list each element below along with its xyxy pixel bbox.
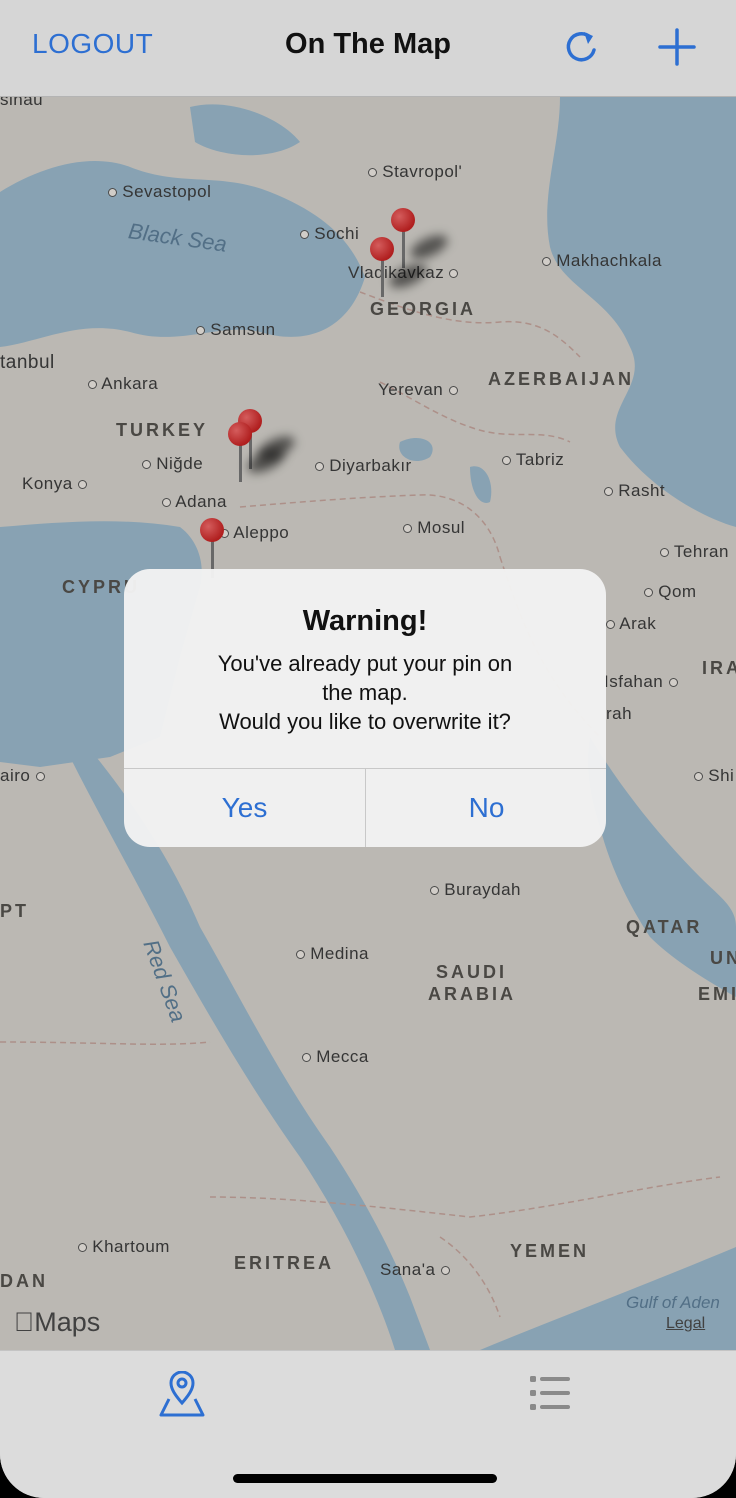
app-screen: LOGOUT On The Map Black Sea Red Sea Gulf… bbox=[0, 0, 736, 1498]
nav-title: On The Map bbox=[285, 28, 451, 60]
list-icon[interactable] bbox=[528, 1373, 572, 1413]
alert-title: Warning! bbox=[302, 605, 428, 637]
alert-message: You've already put your pin on the map. … bbox=[164, 649, 566, 736]
home-indicator[interactable] bbox=[233, 1474, 497, 1483]
map-pin-icon[interactable] bbox=[156, 1371, 208, 1419]
navigation-bar: LOGOUT On The Map bbox=[0, 0, 736, 97]
alert-message-line: You've already put your pin on bbox=[217, 651, 513, 676]
refresh-icon[interactable] bbox=[560, 26, 602, 68]
alert-message-line: Would you like to overwrite it? bbox=[219, 709, 511, 734]
no-button[interactable]: No bbox=[366, 768, 606, 847]
yes-button[interactable]: Yes bbox=[124, 768, 365, 847]
warning-alert: Warning! You've already put your pin on … bbox=[124, 569, 606, 847]
plus-icon[interactable] bbox=[656, 26, 698, 68]
alert-message-line: the map. bbox=[322, 680, 408, 705]
